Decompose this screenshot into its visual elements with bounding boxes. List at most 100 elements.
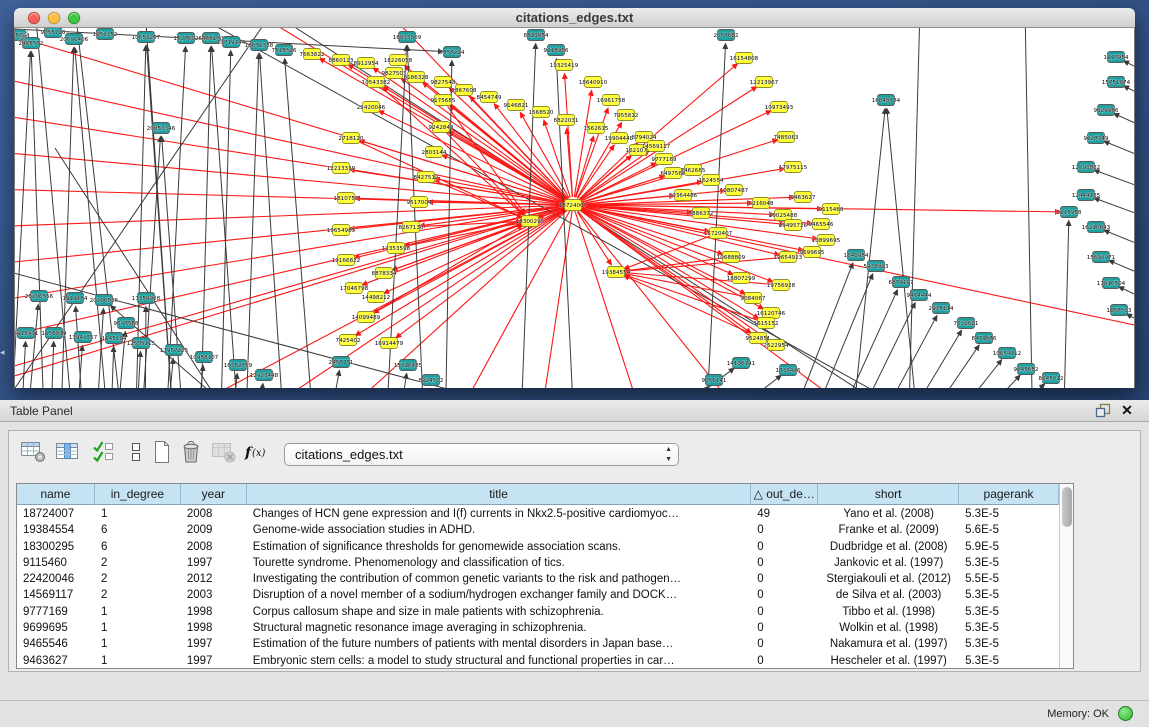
citation-edge bbox=[1104, 141, 1135, 175]
graph-node-label: 9699695 bbox=[800, 250, 825, 256]
network-canvas[interactable]: 1872400720557249055728195235224055722069… bbox=[14, 28, 1135, 388]
graph-node-label: 9056141 bbox=[702, 378, 727, 384]
column-header-name[interactable]: name bbox=[17, 484, 95, 505]
graph-node-label: 1117954 bbox=[1104, 55, 1129, 61]
table-cell: 9463627 bbox=[17, 653, 95, 668]
citation-edge bbox=[895, 331, 961, 388]
resize-grip[interactable] bbox=[15, 28, 29, 42]
table-settings-button[interactable] bbox=[19, 439, 49, 469]
table-row[interactable]: 911546021997Tourette syndrome. Phenomeno… bbox=[17, 555, 1059, 571]
table-cell: 9115460 bbox=[17, 555, 95, 571]
graph-node-label: 12213339 bbox=[327, 166, 356, 172]
graph-node-label: 16154808 bbox=[730, 56, 759, 62]
window-titlebar[interactable]: citations_edges.txt bbox=[14, 8, 1135, 28]
column-header-short[interactable]: short bbox=[818, 484, 959, 505]
graph-node-label: 16033809 bbox=[393, 35, 422, 41]
table-row[interactable]: 1456911722003Disruption of a novel membe… bbox=[17, 587, 1059, 603]
graph-node-label: 16914479 bbox=[375, 341, 404, 347]
graph-node-label: 8924502 bbox=[419, 378, 444, 384]
citation-edge bbox=[220, 51, 231, 388]
table-cell: 5.3E-5 bbox=[959, 620, 1059, 636]
graph-node-label: 2718120 bbox=[339, 136, 364, 142]
table-cell: 5.3E-5 bbox=[959, 506, 1059, 522]
graph-node-label: 19384554 bbox=[602, 270, 631, 276]
window-title: citations_edges.txt bbox=[14, 10, 1135, 25]
column-header-pagerank[interactable]: pagerank bbox=[959, 484, 1059, 505]
table-cell: 5.9E-5 bbox=[959, 539, 1059, 555]
column-header-year[interactable]: year bbox=[181, 484, 247, 505]
table-cell: 2003 bbox=[181, 587, 247, 603]
table-cell: 22420046 bbox=[17, 571, 95, 587]
graph-node-label: 22420046 bbox=[357, 105, 386, 111]
delete-table-button[interactable] bbox=[209, 439, 239, 469]
table-cell: 0 bbox=[751, 539, 818, 555]
network-window: citations_edges.txt 18724007205572490557… bbox=[14, 8, 1135, 388]
select-columns-button[interactable] bbox=[53, 439, 83, 469]
graph-node-label: 10807487 bbox=[720, 188, 749, 194]
table-row[interactable]: 1938455462009Genome-wide association stu… bbox=[17, 522, 1059, 538]
graph-node-label: 7663822 bbox=[300, 52, 325, 58]
memory-status-indicator[interactable] bbox=[1118, 706, 1133, 721]
graph-node-label: 8454749 bbox=[477, 95, 502, 101]
table-scrollbar[interactable] bbox=[1059, 484, 1073, 668]
citation-edge bbox=[829, 290, 897, 388]
table-cell: Estimation of significance thresholds fo… bbox=[247, 539, 751, 555]
column-header-out_de[interactable]: △ out_de… bbox=[751, 484, 818, 505]
graph-node-label: 10899695 bbox=[812, 238, 841, 244]
table-row[interactable]: 977716911998Corpus callosum shape and si… bbox=[17, 604, 1059, 620]
select-rows-button[interactable] bbox=[89, 439, 119, 469]
graph-node-label: 18300295 bbox=[516, 219, 545, 225]
table-cell: 2008 bbox=[181, 539, 247, 555]
graph-node-label: 14136141 bbox=[727, 361, 756, 367]
graph-node-label: 1810755 bbox=[334, 196, 359, 202]
table-row[interactable]: 946362711997Embryonic stem cells: a mode… bbox=[17, 653, 1059, 668]
graph-node-label: 19495726 bbox=[779, 223, 808, 229]
citation-edge bbox=[565, 74, 573, 197]
clear-selection-icon bbox=[129, 439, 143, 470]
graph-node-label: 17016504 bbox=[1097, 281, 1126, 287]
table-cell: 9777169 bbox=[17, 604, 95, 620]
table-cell: 5.6E-5 bbox=[959, 522, 1059, 538]
graph-node-label: 16782759 bbox=[224, 363, 253, 369]
table-cell: Investigating the contribution of common… bbox=[247, 571, 751, 587]
column-header-title[interactable]: title bbox=[247, 484, 752, 505]
float-panel-icon[interactable] bbox=[1095, 403, 1111, 419]
graph-node-label: 1527602 bbox=[174, 36, 199, 42]
graph-node-label: 8822031 bbox=[554, 118, 579, 124]
create-column-button[interactable] bbox=[147, 439, 177, 469]
table-row[interactable]: 969969511998Structural magnetic resonanc… bbox=[17, 620, 1059, 636]
table-scrollbar-thumb[interactable] bbox=[1062, 487, 1072, 527]
column-header-in_degree[interactable]: in_degree bbox=[95, 484, 181, 505]
delete-columns-button[interactable] bbox=[177, 439, 207, 469]
graph-node-label: 9084067 bbox=[741, 296, 766, 302]
apply-function-button[interactable]: f(x) bbox=[241, 439, 271, 469]
graph-node-label: 2803144 bbox=[422, 150, 447, 156]
graph-node-label: 15716485 bbox=[394, 363, 423, 369]
graph-node-label: 10688809 bbox=[717, 255, 746, 261]
close-panel-icon[interactable]: ✕ bbox=[1119, 402, 1135, 418]
graph-node-label: 6216048 bbox=[749, 201, 774, 207]
network-graph[interactable]: 1872400720557249055728195235224055722069… bbox=[15, 28, 1135, 388]
graph-node-label: 16210643 bbox=[1082, 225, 1111, 231]
table-cell: 0 bbox=[751, 571, 818, 587]
table-cell: 0 bbox=[751, 522, 818, 538]
create-column-icon bbox=[151, 439, 173, 470]
table-cell: Embryonic stem cells: a model to study s… bbox=[247, 653, 751, 668]
graph-node-label: 9146821 bbox=[504, 103, 529, 109]
table-row[interactable]: 946554611997Estimation of the future num… bbox=[17, 636, 1059, 652]
table-cell: Stergiakouli et al. (2012) bbox=[818, 571, 959, 587]
graph-node-label: 19904448 bbox=[605, 136, 634, 142]
graph-node-label: 9474444 bbox=[907, 293, 932, 299]
table-row[interactable]: 2242004622012Investigating the contribut… bbox=[17, 571, 1059, 587]
panel-collapse-arrow[interactable]: ◂ bbox=[0, 346, 7, 358]
graph-node-label: 8215958 bbox=[1057, 210, 1082, 216]
graph-node-label: 1145194 bbox=[102, 336, 127, 342]
table-select-dropdown[interactable]: citations_edges.txt ▲▼ bbox=[284, 443, 679, 466]
graph-node-label: 14498212 bbox=[362, 295, 390, 301]
graph-node-label: 10025488 bbox=[769, 213, 798, 219]
table-row[interactable]: 1872400712008Changes of HCN gene express… bbox=[17, 506, 1059, 522]
table-row[interactable]: 1830029562008Estimation of significance … bbox=[17, 539, 1059, 555]
graph-node-label: 8860123 bbox=[329, 58, 354, 64]
graph-node-label: 9055728 bbox=[41, 30, 66, 36]
table-cell: 1997 bbox=[181, 653, 247, 668]
